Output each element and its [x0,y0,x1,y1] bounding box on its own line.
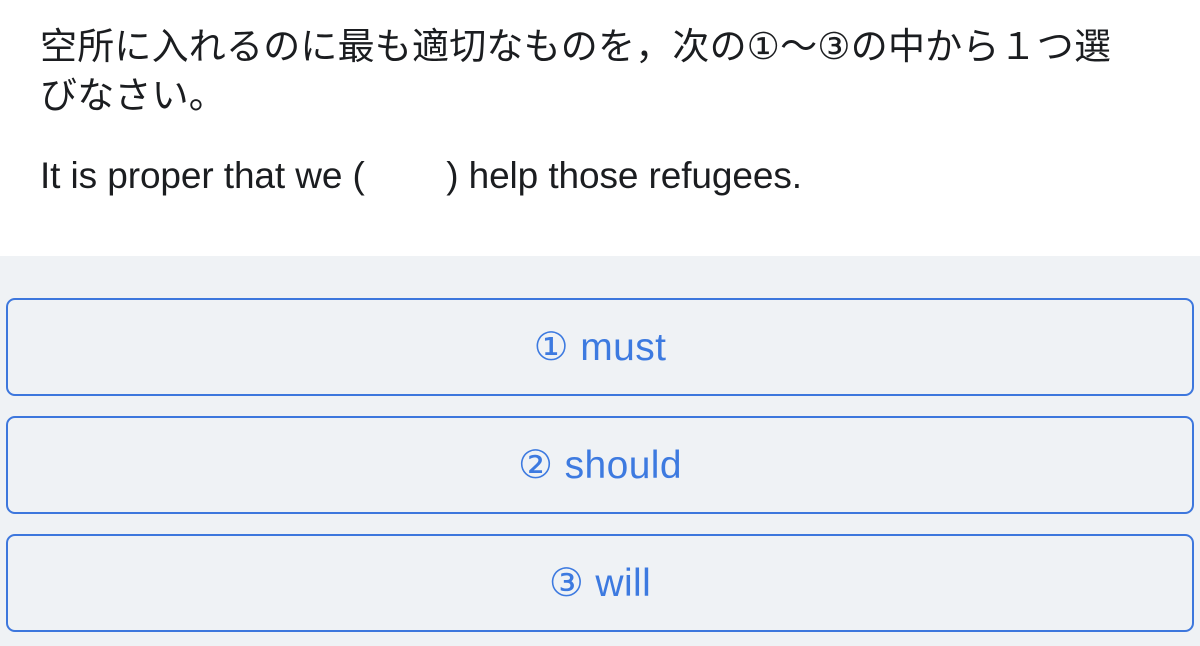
answer-option-1[interactable]: ① must [6,298,1194,396]
answer-option-3[interactable]: ③ will [6,534,1194,632]
answer-options-list: ① must ② should ③ will [0,256,1200,646]
quiz-screen: 空所に入れるのに最も適切なものを，次の①〜③の中から１つ選びなさい。 It is… [0,0,1200,646]
question-sentence: It is proper that we ( ) help those refu… [40,155,802,196]
question-instruction: 空所に入れるのに最も適切なものを，次の①〜③の中から１つ選びなさい。 [40,26,1112,116]
answer-option-2-label: ② should [518,443,682,487]
answer-option-1-label: ① must [533,325,667,369]
answer-option-3-label: ③ will [548,561,652,605]
question-panel: 空所に入れるのに最も適切なものを，次の①〜③の中から１つ選びなさい。 It is… [0,0,1200,256]
answer-option-2[interactable]: ② should [6,416,1194,514]
